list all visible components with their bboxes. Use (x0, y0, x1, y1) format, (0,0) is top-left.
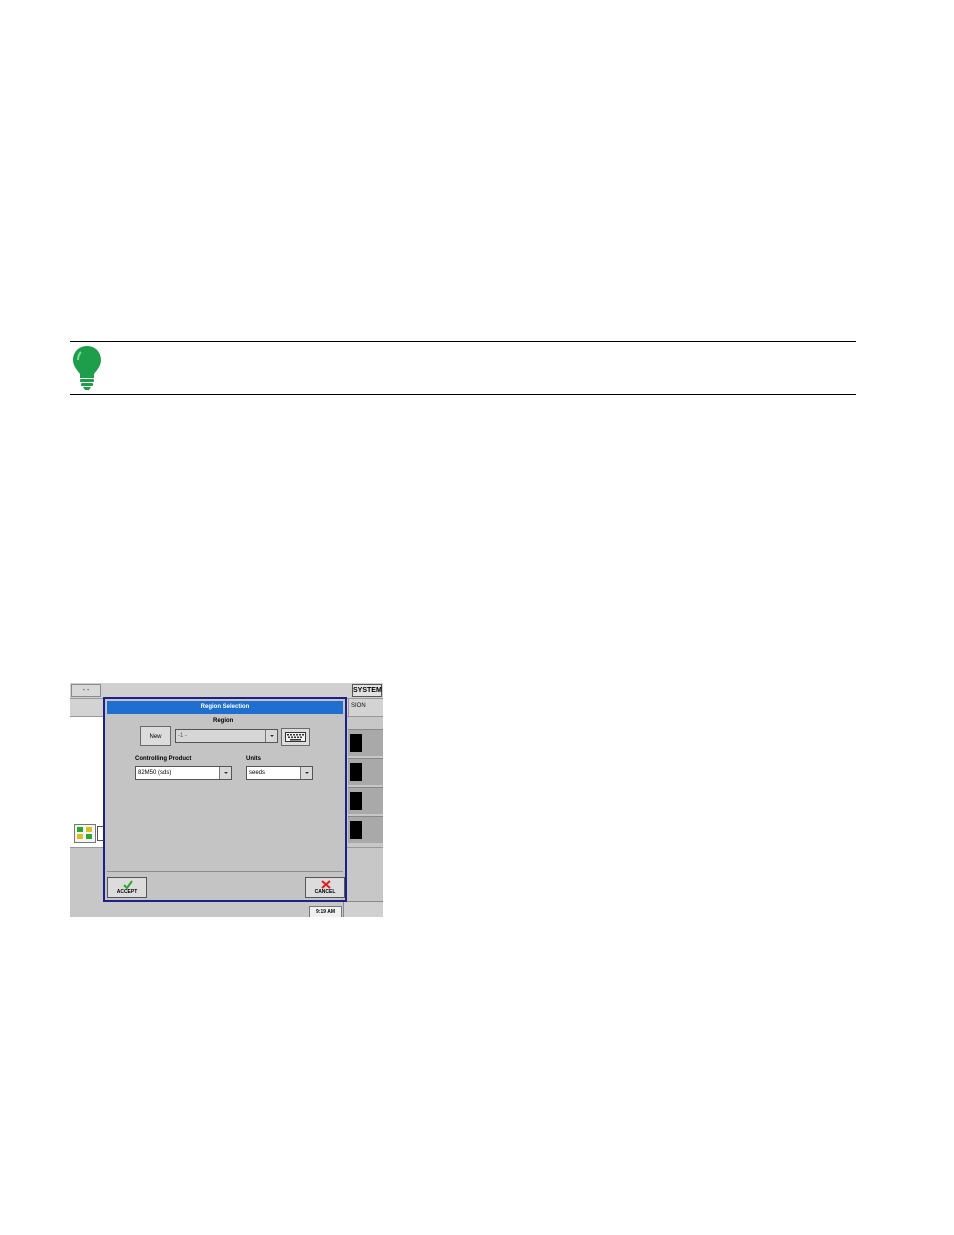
cancel-button[interactable]: CANCEL (305, 877, 345, 898)
background-row (348, 816, 383, 843)
new-region-button[interactable]: New (140, 726, 171, 746)
dialog-separator (107, 871, 343, 872)
tip-top-rule (70, 341, 856, 342)
status-corner (343, 901, 383, 917)
background-row (348, 787, 383, 814)
checkmark-icon (123, 880, 133, 889)
dialog-title: Region Selection (107, 701, 343, 714)
chevron-down-icon (265, 730, 277, 742)
controlling-product-value: 82M50 (sds) (138, 770, 172, 776)
units-label: Units (246, 756, 261, 762)
units-select[interactable]: seeds (246, 766, 313, 780)
lightbulb-icon (73, 346, 101, 390)
system-button[interactable]: SYSTEM (352, 684, 382, 697)
controlling-product-label: Controlling Product (135, 756, 192, 762)
row-swatch (350, 792, 362, 810)
header-right-label: SION (351, 703, 366, 709)
chevron-down-icon (219, 767, 231, 779)
region-selection-dialog: Region Selection Region New -1 - Control… (103, 697, 347, 902)
cancel-label: CANCEL (314, 889, 336, 895)
units-value: seeds (249, 770, 266, 776)
header-divider (348, 699, 349, 716)
row-swatch (350, 821, 362, 839)
background-row (348, 758, 383, 785)
region-select[interactable]: -1 - (175, 729, 278, 743)
toolbar-left-button[interactable]: - - (71, 684, 101, 697)
tip-bottom-rule (70, 394, 856, 395)
clock-display: 9:19 AM (309, 906, 342, 917)
grid-map-icon[interactable] (74, 824, 96, 843)
background-rows (348, 729, 383, 843)
region-select-value: -1 - (178, 733, 187, 739)
accept-label: ACCEPT (116, 889, 138, 895)
grid-map-icon-graphic (77, 827, 92, 839)
controlling-product-select[interactable]: 82M50 (sds) (135, 766, 232, 780)
row-swatch (350, 763, 362, 781)
chevron-down-icon (300, 767, 312, 779)
close-icon (321, 880, 331, 889)
region-label: Region (213, 718, 234, 724)
accept-button[interactable]: ACCEPT (107, 877, 147, 898)
keyboard-icon (285, 732, 306, 742)
region-selection-screenshot: - - SYSTEM SION Region Selection Region … (70, 683, 383, 917)
keyboard-button[interactable] (281, 728, 310, 746)
background-row (348, 729, 383, 756)
row-swatch (350, 734, 362, 752)
